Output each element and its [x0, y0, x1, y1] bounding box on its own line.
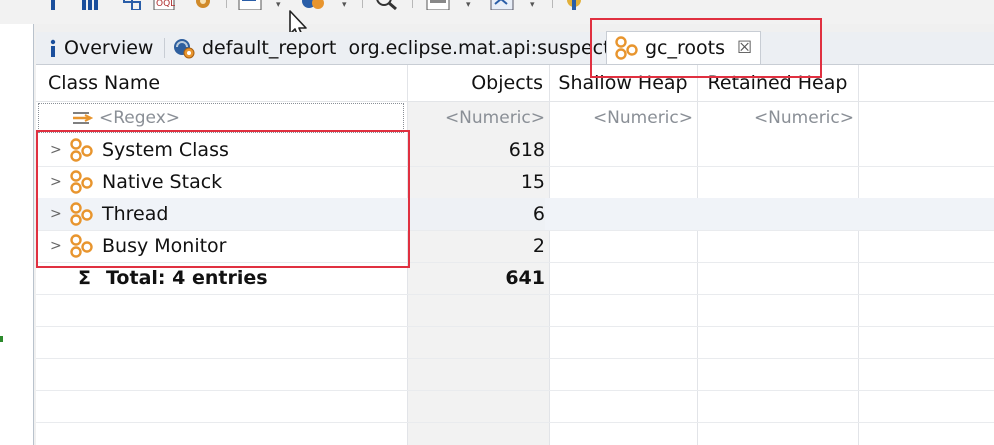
objects-filter-input[interactable]: <Numeric> — [407, 103, 545, 133]
oql-icon[interactable]: OQL — [153, 0, 175, 10]
row-objects: 618 — [508, 139, 545, 161]
left-gutter — [0, 24, 34, 445]
filter-icon — [71, 107, 93, 129]
retained-heap-filter-input[interactable]: <Numeric> — [697, 103, 854, 133]
regex-placeholder: <Regex> — [99, 108, 181, 128]
report-icon[interactable] — [300, 0, 326, 10]
query-browser-icon[interactable] — [238, 0, 262, 10]
row-objects: 15 — [520, 171, 545, 193]
gear-icon[interactable] — [192, 0, 214, 10]
svg-text:OQL: OQL — [156, 0, 175, 9]
chevron-down-icon[interactable]: ▾ — [530, 0, 535, 10]
highlight-box-tab — [590, 18, 822, 78]
search-icon[interactable] — [374, 0, 400, 10]
tab-default-report[interactable]: default_report org.eclipse.mat.api:suspe… — [172, 32, 620, 64]
chevron-down-icon[interactable]: ▾ — [466, 0, 471, 10]
info-icon — [48, 38, 58, 58]
toolbar: OQL ▾ ▾ ▾ ▾ — [0, 0, 994, 40]
row-objects: 6 — [407, 198, 545, 230]
tab-label: default_report org.eclipse.mat.api:suspe… — [202, 37, 621, 59]
export-icon[interactable] — [490, 0, 514, 10]
tab-overview[interactable]: Overview — [48, 32, 153, 64]
editor-tab-bar: Overview default_report org.eclipse.mat.… — [36, 31, 994, 65]
info-icon[interactable] — [48, 0, 58, 10]
column-header-objects[interactable]: Objects — [407, 65, 543, 101]
gc-icon[interactable] — [564, 0, 584, 10]
highlight-box-rows — [36, 130, 410, 268]
regex-filter-input[interactable]: <Regex> — [38, 103, 404, 133]
heap-dump-icon[interactable] — [426, 0, 450, 10]
column-header-class-name[interactable]: Class Name — [48, 65, 388, 101]
tab-label: Overview — [64, 37, 154, 59]
shallow-heap-filter-input[interactable]: <Numeric> — [549, 103, 693, 133]
dominator-tree-icon[interactable] — [122, 0, 142, 10]
report-icon — [172, 36, 196, 60]
total-objects: 641 — [505, 267, 545, 289]
chevron-down-icon[interactable]: ▾ — [342, 0, 347, 10]
change-marker — [0, 336, 3, 342]
histogram-icon[interactable] — [80, 0, 100, 10]
chevron-down-icon[interactable]: ▾ — [276, 0, 281, 10]
row-objects: 2 — [532, 235, 545, 257]
